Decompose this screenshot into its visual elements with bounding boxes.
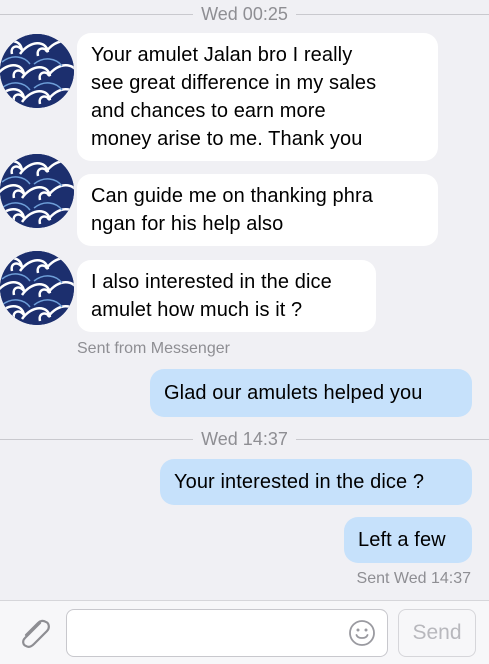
timestamp-divider: Wed 14:37 (0, 427, 489, 451)
smiley-icon[interactable] (348, 619, 376, 647)
message-line: money arise to me. Thank you (91, 128, 363, 150)
timestamp-divider: Wed 00:25 (0, 2, 489, 26)
paperclip-icon[interactable] (14, 615, 54, 651)
send-button[interactable]: Send (398, 609, 476, 657)
outgoing-message[interactable]: Left a few (344, 517, 472, 563)
timestamp: Wed 00:25 (193, 4, 296, 24)
wave-pattern-image (0, 34, 74, 108)
message-input[interactable] (66, 609, 388, 657)
wave-pattern-image (0, 251, 74, 325)
incoming-message[interactable]: Can guide me on thanking phra ngan for h… (77, 174, 438, 246)
sent-from-label: Sent from Messenger (77, 340, 230, 357)
message-text: Glad our amulets helped you (164, 382, 423, 404)
message-line: Can guide me on thanking phra (91, 185, 373, 207)
incoming-message[interactable]: Your amulet Jalan bro I really see great… (77, 33, 438, 161)
outgoing-message[interactable]: Your interested in the dice ? (160, 459, 472, 505)
message-line: I also interested in the dice (91, 271, 332, 293)
message-line: and chances to earn more (91, 100, 326, 122)
sent-status-label: Sent Wed 14:37 (356, 570, 471, 587)
message-text: Left a few (358, 529, 446, 551)
avatar[interactable] (0, 251, 74, 325)
timestamp: Wed 14:37 (193, 429, 296, 449)
message-thread[interactable]: Wed 00:25 Your amulet Jalan bro I really… (0, 0, 489, 600)
message-line: see great difference in my sales (91, 72, 377, 94)
outgoing-message[interactable]: Glad our amulets helped you (150, 369, 472, 417)
message-line: amulet how much is it ? (91, 299, 303, 321)
incoming-message[interactable]: I also interested in the dice amulet how… (77, 260, 376, 332)
message-line: Your amulet Jalan bro I really (91, 44, 353, 66)
avatar[interactable] (0, 34, 74, 108)
message-composer: Send (0, 600, 489, 664)
wave-pattern-image (0, 154, 74, 228)
avatar[interactable] (0, 154, 74, 228)
message-text: Your interested in the dice ? (174, 471, 425, 493)
message-line: ngan for his help also (91, 213, 284, 235)
